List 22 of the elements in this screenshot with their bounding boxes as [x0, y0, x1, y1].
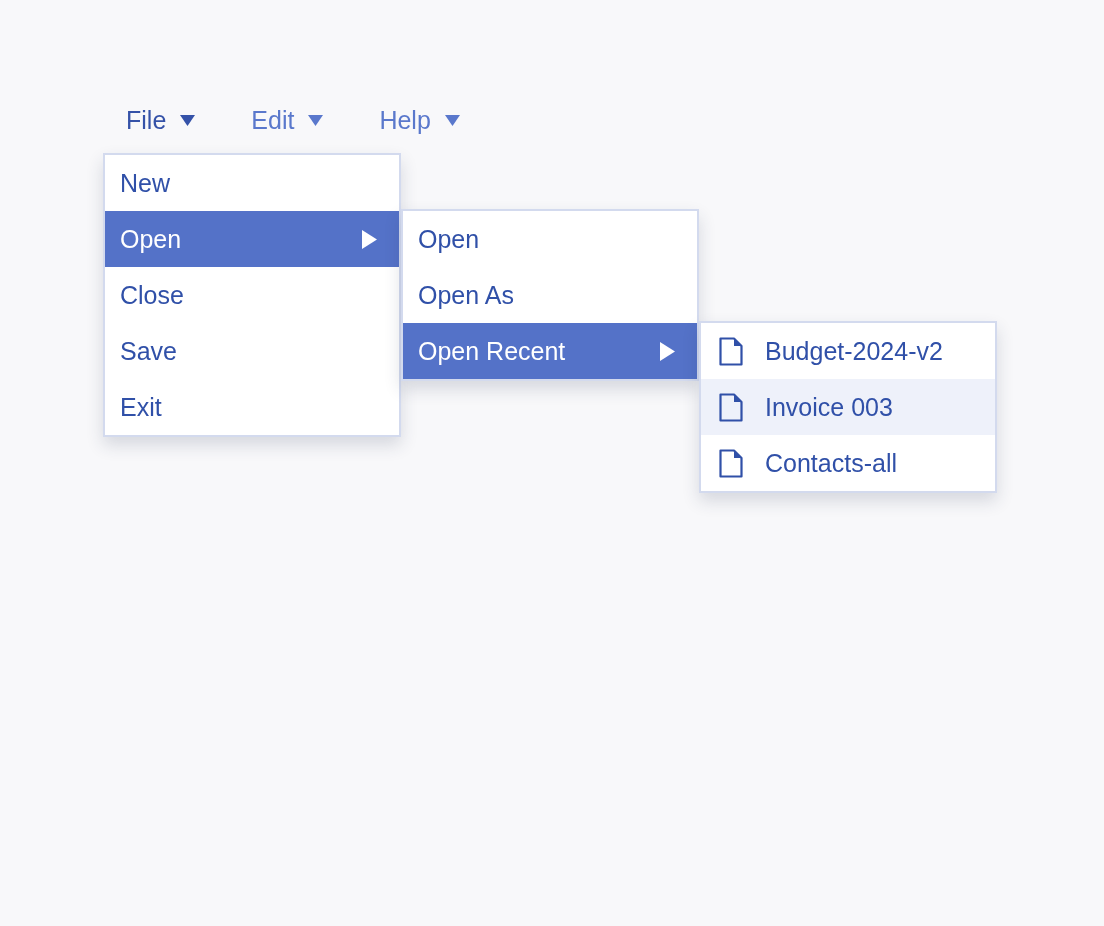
- document-icon: [719, 448, 743, 478]
- menu-item[interactable]: Open Recent: [403, 323, 697, 379]
- caret-icon: [444, 114, 460, 126]
- recent-file-item[interactable]: Budget-2024-v2: [701, 323, 995, 379]
- menu-item[interactable]: Open: [403, 211, 697, 267]
- menu-item[interactable]: New: [105, 155, 399, 211]
- menu-bar-item[interactable]: File: [103, 95, 219, 145]
- menu-item[interactable]: Open: [105, 211, 399, 267]
- menu-item[interactable]: Close: [105, 267, 399, 323]
- caret-icon: [308, 114, 324, 126]
- menu-item[interactable]: Exit: [105, 379, 399, 435]
- menu-item[interactable]: Save: [105, 323, 399, 379]
- menu-item[interactable]: Open As: [403, 267, 697, 323]
- recent-file-item[interactable]: Invoice 003: [701, 379, 995, 435]
- menu-bar-item[interactable]: Edit: [228, 95, 347, 145]
- submenu-arrow-icon: [660, 341, 675, 361]
- document-icon: [719, 336, 743, 366]
- caret-icon: [180, 114, 196, 126]
- recent-file-item[interactable]: Contacts-all: [701, 435, 995, 491]
- menu-bar-item[interactable]: Help: [356, 95, 483, 145]
- document-icon: [719, 392, 743, 422]
- submenu-arrow-icon: [362, 229, 377, 249]
